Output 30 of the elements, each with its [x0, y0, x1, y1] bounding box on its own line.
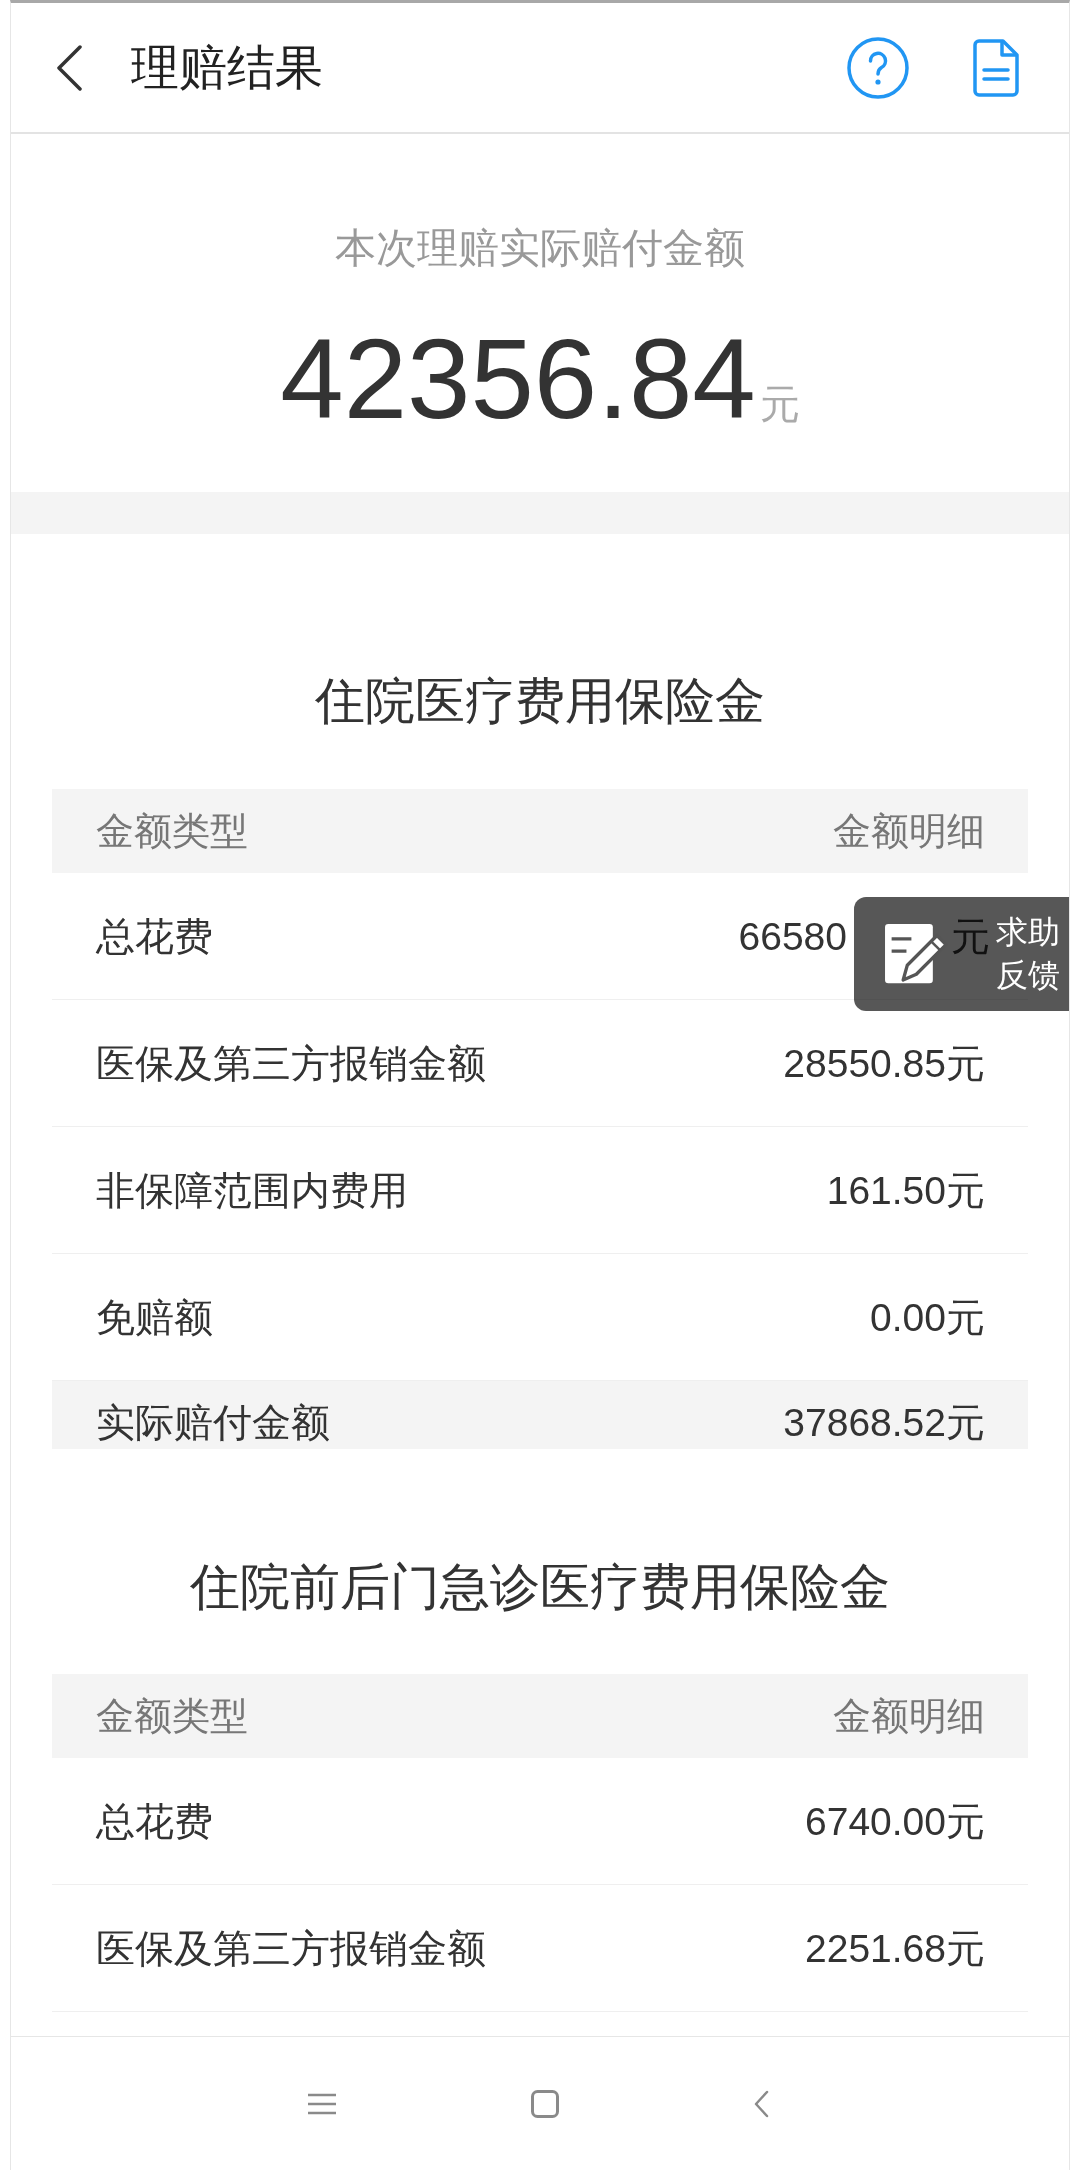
row-value: 37868.52元: [783, 1400, 985, 1446]
row-label: 医保及第三方报销金额: [96, 1040, 486, 1087]
row-value: 161.50元: [826, 1167, 985, 1214]
row-label: 总花费: [96, 913, 213, 960]
row-value: 2251.68元: [805, 1925, 985, 1972]
chevron-left-icon[interactable]: [55, 44, 83, 91]
row-label: 非保障范围内费用: [96, 1167, 408, 1214]
row-value-unit: 元: [951, 913, 990, 960]
section-title: 住院医疗费用保险金: [314, 672, 766, 731]
row-value: 28550.85元: [783, 1040, 985, 1087]
help-icon[interactable]: [847, 36, 909, 99]
square-icon[interactable]: [531, 2089, 559, 2118]
menu-icon[interactable]: [307, 2092, 337, 2115]
row-value: 66580: [738, 913, 847, 960]
row-label: 医保及第三方报销金额: [96, 1925, 486, 1972]
row-label: 免赔额: [96, 1294, 213, 1341]
amount-value: 42356.84: [280, 322, 756, 436]
column-header: 金额明细: [833, 809, 985, 854]
column-header: 金额类型: [96, 809, 248, 854]
page-title: 理赔结果: [131, 39, 323, 96]
row-label: 实际赔付金额: [96, 1400, 330, 1446]
column-header: 金额类型: [96, 1694, 248, 1739]
amount-caption: 本次理赔实际赔付金额: [335, 224, 745, 272]
column-header: 金额明细: [833, 1694, 985, 1739]
section-title: 住院前后门急诊医疗费用保险金: [189, 1558, 891, 1617]
row-label: 总花费: [96, 1798, 213, 1845]
row-value: 6740.00元: [805, 1798, 985, 1845]
currency-unit: 元: [759, 384, 800, 424]
document-icon[interactable]: [971, 37, 1021, 98]
row-value: 0.00元: [870, 1294, 985, 1341]
